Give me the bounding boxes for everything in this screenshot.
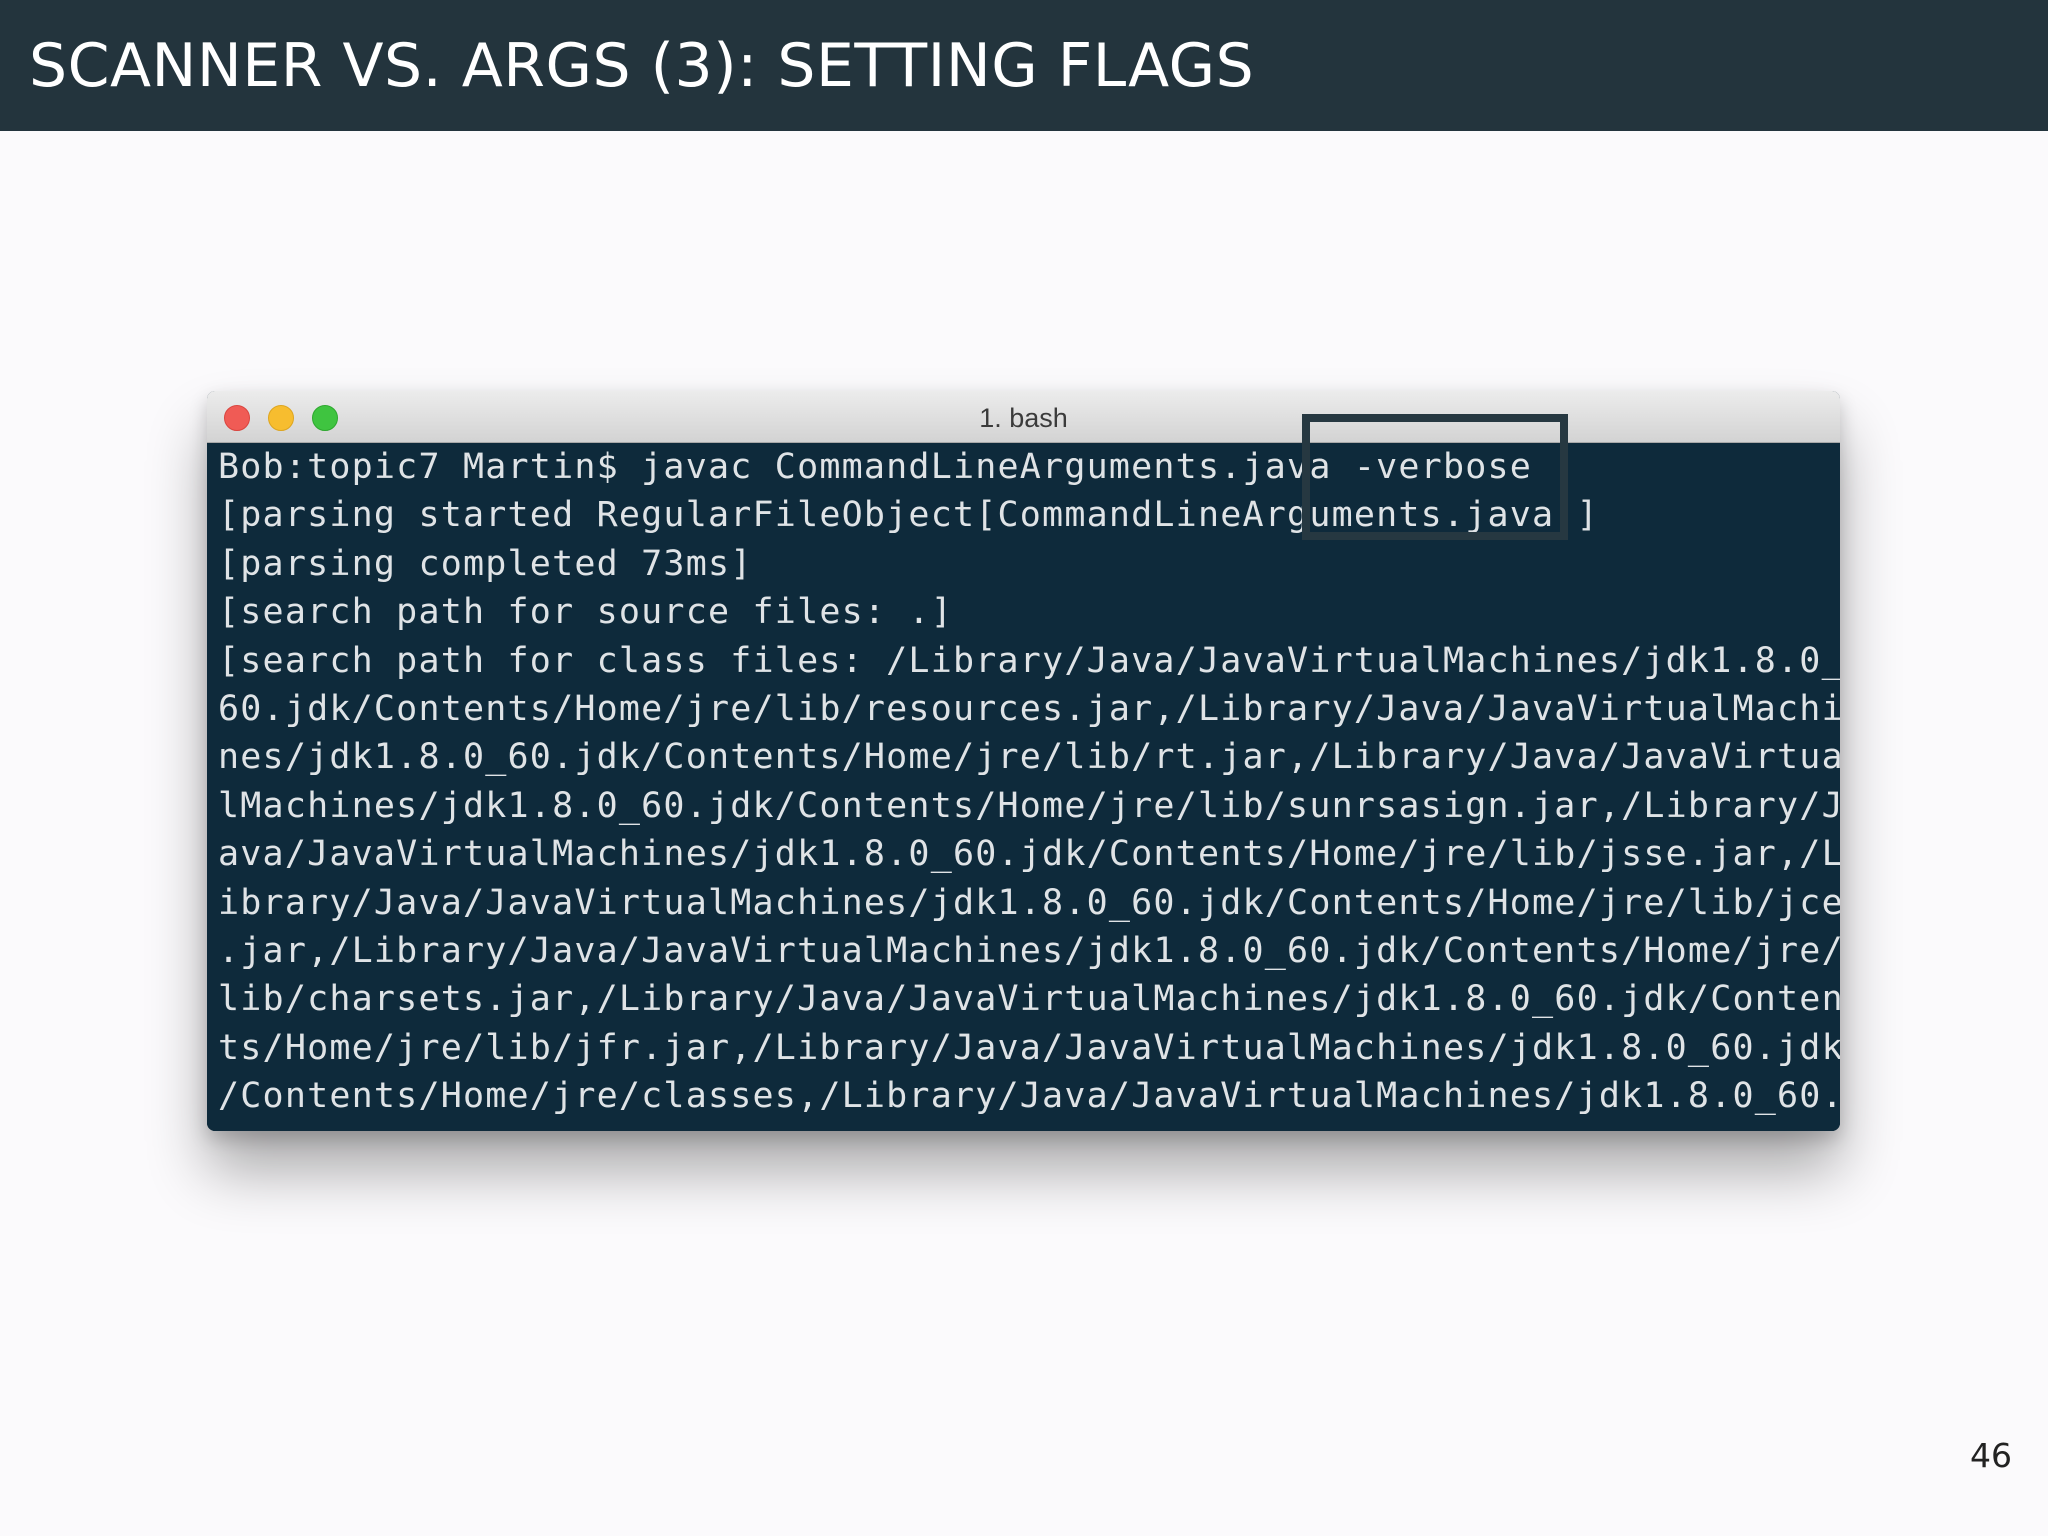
verbose-flag-highlight-box bbox=[1302, 414, 1568, 540]
slide-title: SCANNER VS. ARGS (3): SETTING FLAGS bbox=[29, 31, 1255, 101]
terminal-output[interactable]: Bob:topic7 Martin$ javac CommandLineArgu… bbox=[207, 443, 1840, 1131]
terminal-line: 60.jdk/Contents/Home/jre/lib/resources.j… bbox=[218, 689, 1840, 729]
terminal-line: [parsing completed 73ms] bbox=[218, 544, 753, 584]
page-number: 46 bbox=[1970, 1436, 2012, 1475]
terminal-line: .jar,/Library/Java/JavaVirtualMachines/j… bbox=[218, 931, 1840, 971]
terminal-window-title: 1. bash bbox=[979, 403, 1068, 433]
terminal-line: lib/charsets.jar,/Library/Java/JavaVirtu… bbox=[218, 979, 1840, 1019]
terminal-line: ava/JavaVirtualMachines/jdk1.8.0_60.jdk/… bbox=[218, 834, 1840, 874]
terminal-line: nes/jdk1.8.0_60.jdk/Contents/Home/jre/li… bbox=[218, 737, 1840, 777]
terminal-titlebar[interactable]: 1. bash bbox=[207, 391, 1840, 443]
slide-header: SCANNER VS. ARGS (3): SETTING FLAGS bbox=[0, 0, 2048, 131]
terminal-line: [search path for source files: .] bbox=[218, 592, 953, 632]
terminal-line: ts/Home/jre/lib/jfr.jar,/Library/Java/Ja… bbox=[218, 1028, 1840, 1068]
terminal-window[interactable]: 1. bash Bob:topic7 Martin$ javac Command… bbox=[207, 391, 1840, 1131]
terminal-line: ibrary/Java/JavaVirtualMachines/jdk1.8.0… bbox=[218, 883, 1840, 923]
terminal-line: [search path for class files: /Library/J… bbox=[218, 641, 1840, 681]
terminal-line: lMachines/jdk1.8.0_60.jdk/Contents/Home/… bbox=[218, 786, 1840, 826]
terminal-line: /Contents/Home/jre/classes,/Library/Java… bbox=[218, 1076, 1840, 1116]
